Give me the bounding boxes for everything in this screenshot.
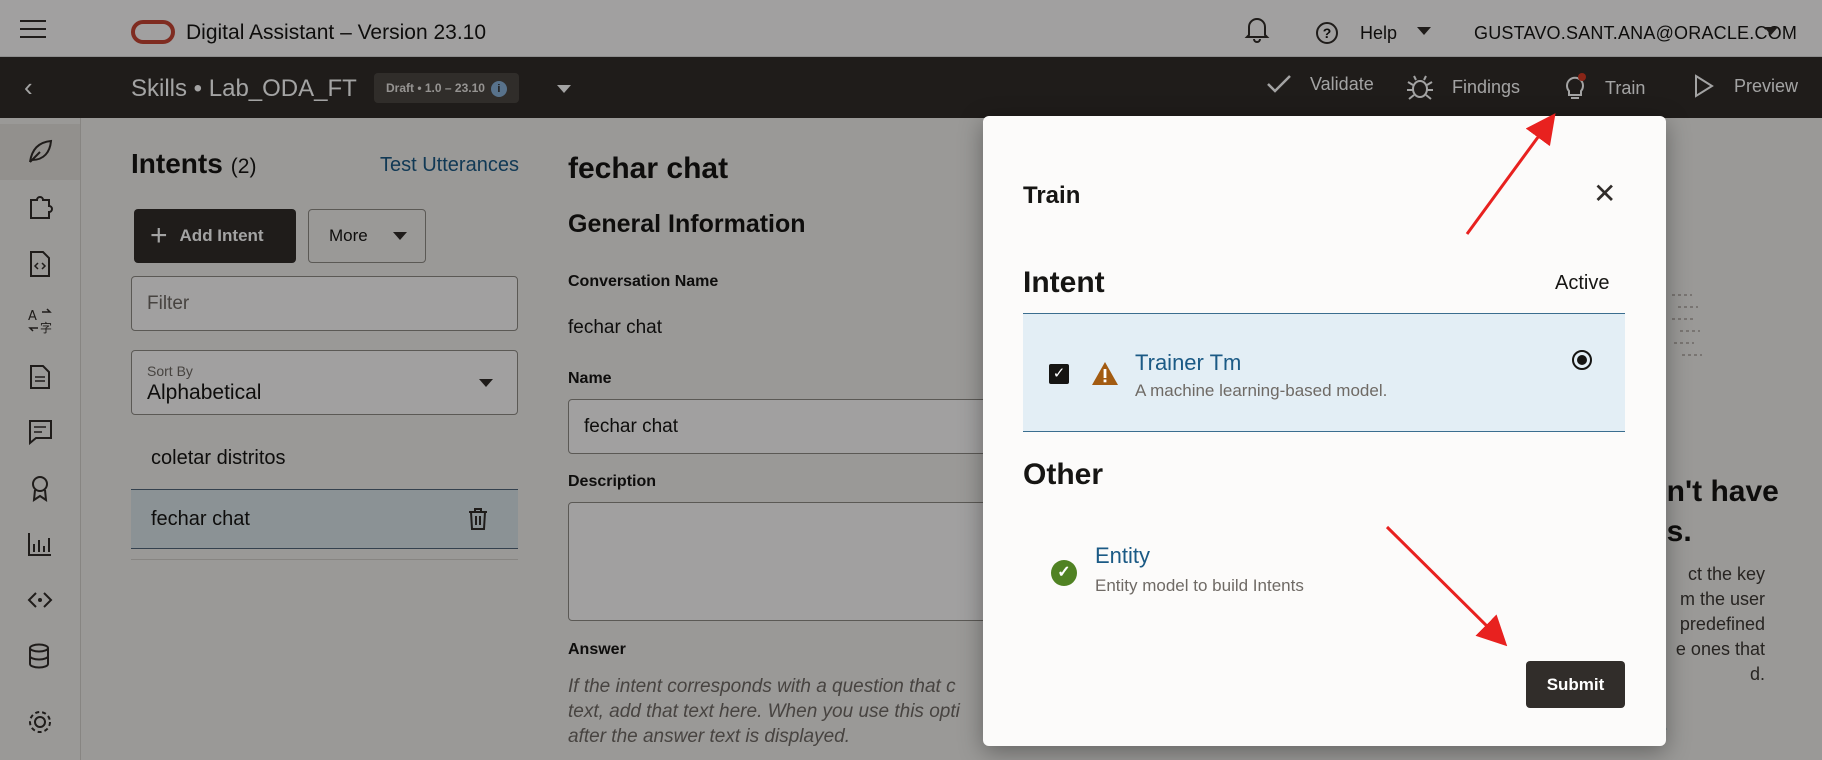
active-column-label: Active <box>1555 272 1610 294</box>
trainer-name[interactable]: Trainer Tm <box>1135 350 1241 376</box>
submit-button[interactable]: Submit <box>1526 661 1625 708</box>
trainer-option[interactable]: ✓ Trainer Tm A machine learning-based mo… <box>1023 313 1625 432</box>
trainer-description: A machine learning-based model. <box>1135 381 1388 400</box>
trainer-checkbox[interactable]: ✓ <box>1049 364 1069 384</box>
dialog-title: Train <box>1023 182 1081 209</box>
success-check-icon: ✓ <box>1051 560 1077 586</box>
train-dialog: Train ✕ Intent Active ✓ Trainer Tm A mac… <box>983 116 1666 746</box>
entity-description: Entity model to build Intents <box>1095 576 1304 595</box>
active-radio[interactable] <box>1572 350 1592 370</box>
intent-heading: Intent <box>1023 266 1105 299</box>
warning-icon <box>1092 362 1118 385</box>
other-heading: Other <box>1023 458 1104 491</box>
close-icon[interactable]: ✕ <box>1593 180 1616 208</box>
entity-name[interactable]: Entity <box>1095 543 1150 569</box>
